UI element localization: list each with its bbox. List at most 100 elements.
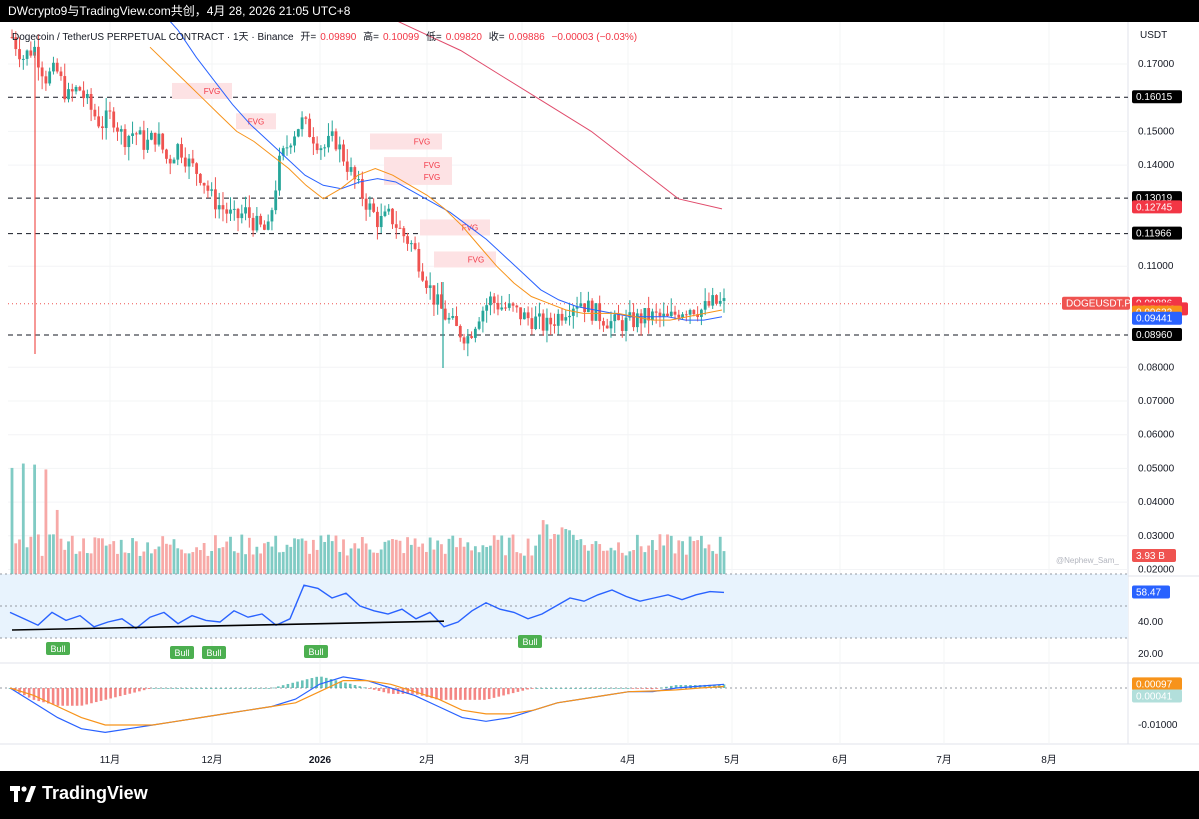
volume-bar	[289, 546, 293, 574]
volume-bar	[270, 546, 274, 574]
volume-bar	[311, 539, 315, 574]
volume-bar	[715, 553, 718, 574]
candle-body	[187, 158, 191, 167]
macd-histogram-bar	[200, 688, 203, 689]
signal-value-tag: 0.00041	[1136, 691, 1173, 702]
time-tick-label: 7月	[936, 754, 952, 766]
macd-histogram-bar	[569, 688, 572, 689]
macd-histogram-bar	[99, 688, 103, 701]
volume-bar	[349, 548, 353, 574]
volume-bar	[217, 548, 221, 574]
macd-histogram-bar	[152, 688, 156, 689]
candle-body	[48, 71, 52, 84]
macd-histogram-bar	[454, 688, 457, 700]
candle-body	[692, 310, 696, 315]
volume-bar	[131, 538, 134, 574]
volume-bar	[590, 544, 594, 574]
macd-histogram-bar	[56, 688, 60, 706]
volume-bar	[263, 543, 266, 574]
macd-histogram-bar	[109, 688, 112, 699]
volume-bar	[658, 534, 662, 574]
volume-bar	[549, 538, 553, 574]
legend-open-label: 开=	[300, 32, 317, 43]
macd-histogram-bar	[305, 679, 309, 688]
volume-bar	[635, 534, 639, 574]
volume-bar	[78, 551, 82, 574]
volume-bar	[18, 539, 21, 574]
legend-close-label: 收=	[488, 32, 505, 43]
volume-bar	[455, 547, 458, 574]
macd-histogram-bar	[646, 688, 649, 689]
legend-symbol[interactable]: Dogecoin / TetherUS PERPETUAL CONTRACT ·…	[12, 32, 294, 43]
macd-histogram-bar	[66, 688, 69, 706]
candle-body	[146, 139, 150, 150]
volume-bar	[560, 527, 564, 574]
candle-body	[489, 296, 492, 306]
volume-bar	[526, 538, 530, 574]
volume-bar	[251, 554, 255, 574]
macd-histogram-bar	[578, 688, 582, 689]
macd-histogram-bar	[607, 688, 611, 689]
volume-bar	[643, 552, 647, 574]
candle-body	[666, 313, 669, 317]
chart-frame[interactable]: 0.17000 0.15000 0.14000 0.11000 0.08000 0.070…	[0, 22, 1199, 771]
volume-bar	[492, 535, 496, 574]
candle-body	[21, 58, 25, 60]
volume-bar	[485, 546, 489, 574]
volume-bar	[617, 542, 620, 574]
candle-body	[104, 110, 108, 129]
volume-bar	[677, 540, 681, 574]
candle-body	[108, 110, 112, 112]
price-tick-label: 0.17000	[1138, 59, 1175, 70]
macd-histogram-bar	[641, 688, 644, 689]
volume-bar	[101, 538, 104, 574]
candle-body	[526, 312, 530, 319]
candle-body	[334, 131, 338, 150]
candle-body	[466, 336, 470, 344]
volume-bar	[519, 553, 522, 574]
volume-bar	[67, 541, 70, 574]
volume-bar	[722, 551, 726, 574]
candle-body	[63, 76, 67, 100]
price-tick-label: 0.07000	[1138, 396, 1175, 407]
volume-bar	[654, 549, 658, 574]
volume-bar	[195, 547, 198, 574]
volume-bar	[602, 550, 605, 574]
volume-bar	[413, 538, 417, 574]
macd-histogram-bar	[416, 688, 419, 695]
macd-histogram-bar	[195, 688, 199, 689]
candle-body	[153, 132, 157, 145]
candle-body	[417, 249, 421, 272]
price-tag: 0.16015	[1136, 92, 1173, 103]
volume-bar	[609, 547, 613, 574]
volume-bar	[428, 537, 432, 574]
volume-bar	[583, 545, 587, 574]
volume-bar	[436, 540, 440, 574]
candle-body	[624, 317, 628, 331]
volume-bar	[293, 538, 296, 574]
candle-body	[560, 313, 564, 321]
bull-signal-label: Bull	[522, 637, 537, 647]
candle-body	[165, 149, 168, 159]
volume-bar	[458, 537, 462, 574]
price-tick-label: 0.05000	[1138, 463, 1175, 474]
volume-bar	[391, 539, 394, 574]
macd-histogram-bar	[463, 688, 467, 700]
time-tick-label: 12月	[201, 754, 222, 766]
legend-high-label: 高=	[363, 32, 379, 43]
tradingview-brand: TradingView	[42, 783, 148, 803]
candle-body	[402, 228, 406, 237]
fvg-label: FVG	[204, 87, 220, 96]
volume-bar	[364, 543, 368, 574]
volume-bar	[116, 553, 119, 574]
chart-canvas[interactable]: 0.17000 0.15000 0.14000 0.11000 0.08000 0.070…	[0, 22, 1199, 771]
macd-histogram-bar	[598, 688, 601, 689]
volume-bar	[202, 542, 206, 574]
candle-body	[553, 324, 556, 326]
macd-histogram-bar	[564, 688, 568, 689]
tradingview-logo[interactable]: TradingView	[10, 783, 148, 804]
volume-bar	[229, 536, 232, 574]
macd-histogram-bar	[550, 688, 553, 689]
tradingview-logo-icon	[10, 785, 36, 802]
candle-body	[85, 94, 89, 99]
